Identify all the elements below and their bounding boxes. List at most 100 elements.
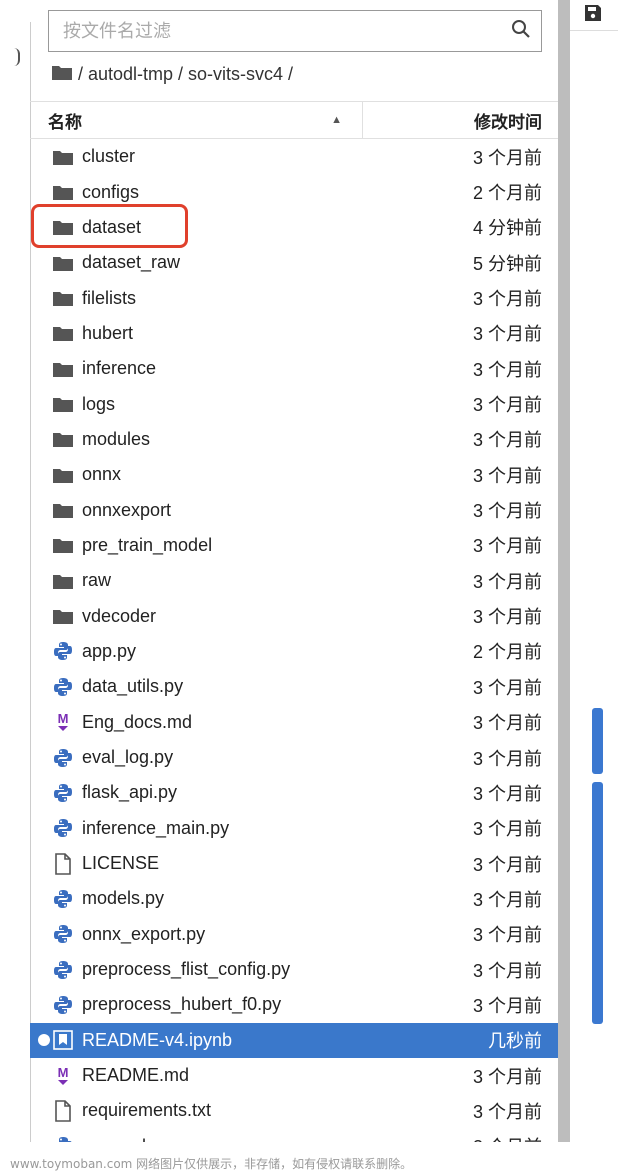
- file-name: flask_api.py: [82, 782, 178, 803]
- python-icon: [52, 994, 74, 1016]
- file-row[interactable]: pre_train_model 3 个月前: [30, 528, 558, 563]
- column-name-label: 名称: [48, 112, 82, 132]
- file-name: hubert: [82, 322, 134, 343]
- column-name[interactable]: 名称 ▲: [30, 102, 363, 138]
- file-name: onnx: [82, 464, 122, 485]
- file-modified: 3 个月前: [472, 889, 542, 910]
- file-row[interactable]: app.py 2 个月前: [30, 634, 558, 669]
- file-modified: 几秒前: [488, 1031, 542, 1052]
- highlight-box: [31, 204, 188, 248]
- file-name: onnxexport: [82, 499, 172, 520]
- folder-icon: [52, 287, 74, 309]
- file-row[interactable]: raw 3 个月前: [30, 563, 558, 598]
- file-name: cluster: [82, 146, 136, 167]
- file-name: README.md: [82, 1065, 190, 1086]
- file-row[interactable]: cluster 3 个月前: [30, 139, 558, 174]
- file-name: dataset_raw: [82, 252, 181, 273]
- file-modified: 3 个月前: [472, 395, 542, 416]
- file-row[interactable]: README-v4.ipynb 几秒前: [30, 1022, 558, 1058]
- file-modified: 5 分钟前: [472, 253, 542, 274]
- file-name: pre_train_model: [82, 534, 213, 555]
- python-icon: [52, 923, 74, 945]
- file-modified: 3 个月前: [472, 1066, 542, 1087]
- file-name: requirements.txt: [82, 1100, 212, 1121]
- file-row[interactable]: M Eng_docs.md 3 个月前: [30, 705, 558, 740]
- file-modified: 3 个月前: [472, 677, 542, 698]
- file-row[interactable]: inference 3 个月前: [30, 351, 558, 386]
- watermark: www.toymoban.com 网络图片仅供展示，非存储，如有侵权请联系删除。: [10, 1157, 413, 1171]
- file-row[interactable]: flask_api.py 3 个月前: [30, 775, 558, 810]
- file-name: app.py: [82, 640, 137, 661]
- python-icon: [52, 959, 74, 981]
- file-name: raw: [82, 570, 112, 591]
- file-row[interactable]: models.py 3 个月前: [30, 881, 558, 916]
- folder-icon[interactable]: [52, 64, 72, 85]
- file-list-header: 名称 ▲ 修改时间: [30, 101, 558, 139]
- scrollbar-thumb[interactable]: [592, 782, 603, 1024]
- file-row[interactable]: modules 3 个月前: [30, 422, 558, 457]
- file-row[interactable]: vdecoder 3 个月前: [30, 598, 558, 633]
- python-icon: [52, 888, 74, 910]
- file-modified: 3 个月前: [472, 607, 542, 628]
- file-modified: 3 个月前: [473, 1133, 558, 1142]
- folder-icon: [52, 534, 74, 556]
- file-modified: 3 个月前: [472, 713, 542, 734]
- folder-icon: [52, 393, 74, 415]
- folder-icon: [52, 428, 74, 450]
- file-name: Eng_docs.md: [82, 711, 193, 732]
- folder-icon: [52, 605, 74, 627]
- file-name: preprocess_hubert_f0.py: [82, 994, 282, 1015]
- file-row[interactable]: eval_log.py 3 个月前: [30, 740, 558, 775]
- filter-box[interactable]: [48, 10, 542, 52]
- breadcrumb-path[interactable]: / autodl-tmp / so-vits-svc4 /: [78, 64, 293, 85]
- file-row[interactable]: onnxexport 3 个月前: [30, 492, 558, 527]
- file-modified: 3 个月前: [472, 854, 542, 875]
- file-row[interactable]: logs 3 个月前: [30, 386, 558, 421]
- file-icon: [52, 852, 74, 875]
- file-modified: 3 个月前: [472, 819, 542, 840]
- file-row[interactable]: onnx 3 个月前: [30, 457, 558, 492]
- file-modified: 3 个月前: [472, 748, 542, 769]
- markdown-icon: M: [52, 711, 74, 733]
- file-row[interactable]: resample.py3 个月前: [30, 1129, 558, 1142]
- file-row[interactable]: dataset_raw 5 分钟前: [30, 245, 558, 280]
- file-icon: [52, 1100, 74, 1122]
- file-row[interactable]: requirements.txt 3 个月前: [30, 1093, 558, 1128]
- file-row[interactable]: LICENSE 3 个月前: [30, 846, 558, 881]
- file-name: preprocess_flist_config.py: [82, 959, 291, 980]
- file-name: resample.py: [82, 1136, 473, 1142]
- file-name: configs: [82, 181, 140, 202]
- file-name: README-v4.ipynb: [82, 1029, 233, 1050]
- file-name: modules: [82, 428, 151, 449]
- panel-splitter[interactable]: [558, 0, 570, 1142]
- folder-icon: [52, 181, 74, 203]
- notebook-icon: [52, 1029, 74, 1051]
- file-row[interactable]: preprocess_hubert_f0.py 3 个月前: [30, 987, 558, 1022]
- scrollbar-thumb[interactable]: [592, 708, 603, 774]
- python-icon: [52, 782, 74, 804]
- file-row[interactable]: filelists 3 个月前: [30, 280, 558, 315]
- file-row[interactable]: M README.md 3 个月前: [30, 1058, 558, 1093]
- svg-text:M: M: [58, 711, 69, 726]
- search-icon[interactable]: [511, 19, 531, 44]
- file-modified: 3 个月前: [472, 571, 542, 592]
- file-row[interactable]: inference_main.py 3 个月前: [30, 811, 558, 846]
- save-icon[interactable]: [584, 4, 602, 27]
- python-icon: [52, 676, 74, 698]
- file-modified: 2 个月前: [472, 642, 542, 663]
- file-row[interactable]: hubert 3 个月前: [30, 316, 558, 351]
- folder-icon: [52, 146, 74, 168]
- filter-input[interactable]: [63, 20, 511, 42]
- file-modified: 3 个月前: [472, 147, 542, 168]
- column-modified[interactable]: 修改时间: [363, 102, 558, 138]
- left-panel-edge: [14, 48, 20, 66]
- python-icon: [52, 747, 74, 769]
- file-name: logs: [82, 393, 116, 414]
- file-name: eval_log.py: [82, 747, 174, 768]
- folder-icon: [52, 570, 74, 592]
- svg-text:M: M: [58, 1065, 69, 1080]
- file-row[interactable]: onnx_export.py 3 个月前: [30, 917, 558, 952]
- file-modified: 3 个月前: [472, 1101, 542, 1122]
- file-row[interactable]: data_utils.py 3 个月前: [30, 669, 558, 704]
- file-row[interactable]: preprocess_flist_config.py 3 个月前: [30, 952, 558, 987]
